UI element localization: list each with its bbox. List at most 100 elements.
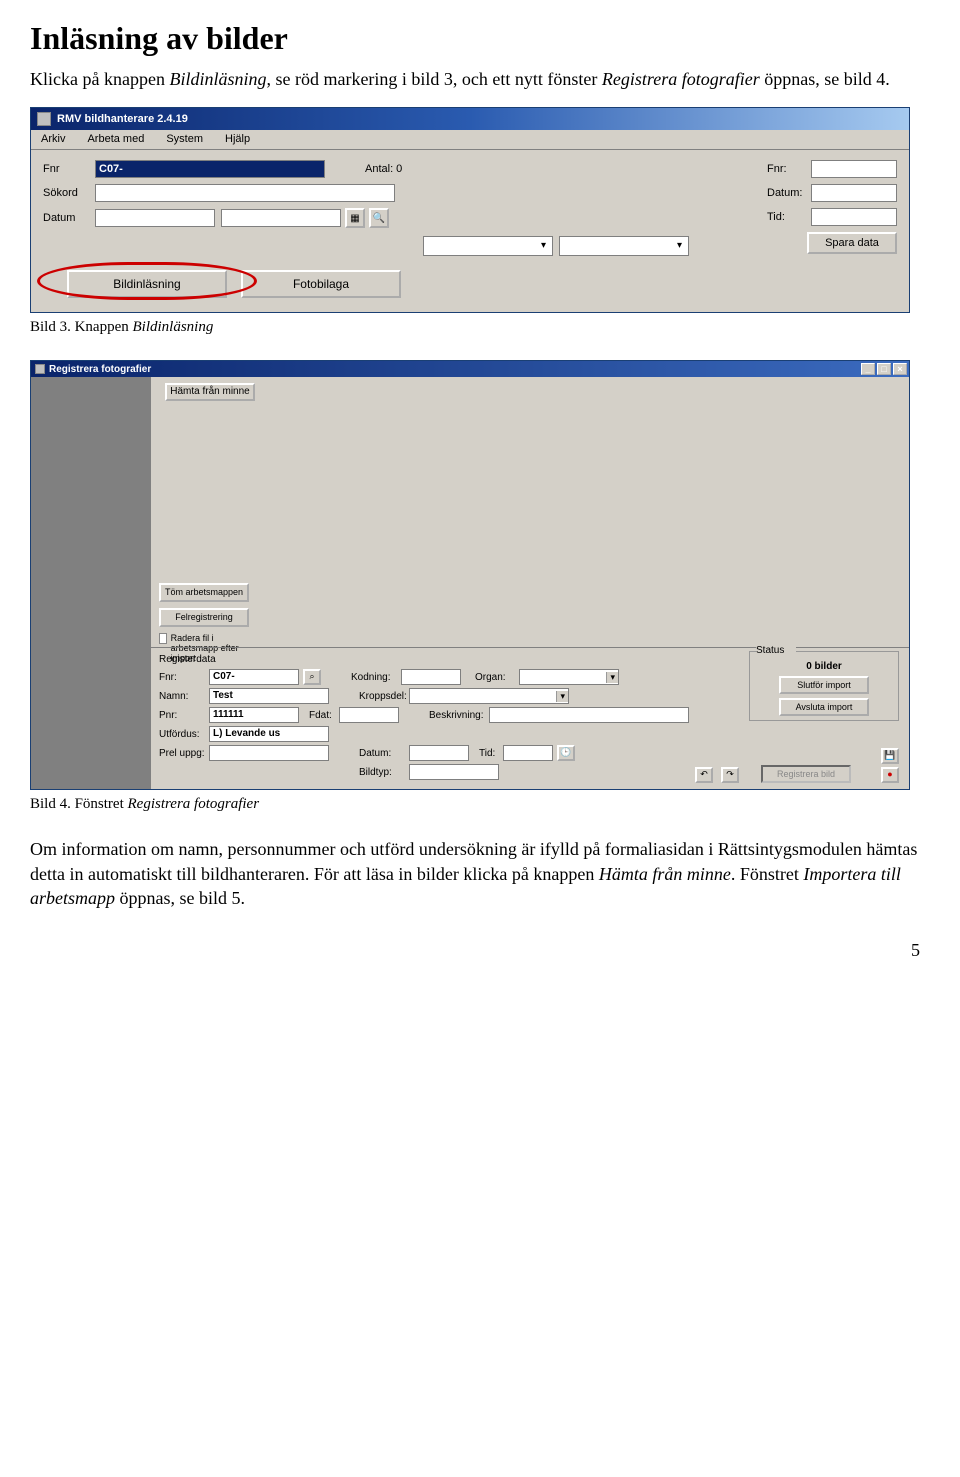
registrera-bild-button: Registrera bild <box>761 765 851 783</box>
kodning-label: Kodning: <box>351 672 401 683</box>
dropdown-2[interactable] <box>559 236 689 256</box>
search-icon[interactable]: 🔍 <box>369 208 389 228</box>
para2-b: . Fönstret <box>731 864 804 884</box>
slutfor-import-button[interactable]: Slutför import <box>779 676 869 694</box>
bildinlasning-button[interactable]: Bildinläsning <box>67 270 227 298</box>
fdat-input[interactable] <box>339 707 399 723</box>
menu-arkiv[interactable]: Arkiv <box>37 132 69 146</box>
datum2-label: Datum: <box>767 187 811 199</box>
caption-bild4: Bild 4. Fönstret Registrera fotografier <box>30 796 930 813</box>
fotobilaga-button[interactable]: Fotobilaga <box>241 270 401 298</box>
para2-c: öppnas, se bild 5. <box>115 888 245 908</box>
caption4-em: Registrera fotografier <box>128 796 260 812</box>
registrera-fotografier-window: Registrera fotografier _ □ × Hämta från … <box>30 360 910 790</box>
kodning-input[interactable] <box>401 669 461 685</box>
intro-em1: Bildinläsning <box>169 69 266 89</box>
save-icon[interactable]: 💾 <box>881 748 899 764</box>
intro-text2: , se röd markering i bild 3, och ett nyt… <box>266 69 601 89</box>
menu-arbeta-med[interactable]: Arbeta med <box>83 132 148 146</box>
datum-bf-label: Datum: <box>359 748 409 759</box>
clock-icon[interactable]: 🕒 <box>557 745 575 761</box>
close-icon[interactable]: × <box>893 363 907 375</box>
window-title: RMV bildhanterare 2.4.19 <box>57 113 188 125</box>
sokord-input[interactable] <box>95 184 395 202</box>
radera-checkbox[interactable] <box>159 633 167 644</box>
fnr-input[interactable]: C07- <box>95 160 325 178</box>
caption-bild3: Bild 3. Knappen Bildinläsning <box>30 319 930 336</box>
fdat-label: Fdat: <box>309 710 339 721</box>
bildtyp-label: Bildtyp: <box>359 767 409 778</box>
para2-em1: Hämta från minne <box>599 864 731 884</box>
sokord-label: Sökord <box>43 187 95 199</box>
titlebar2: Registrera fotografier _ □ × <box>31 361 909 377</box>
dropdown-1[interactable] <box>423 236 553 256</box>
utford-input[interactable]: L) Levande us <box>209 726 329 742</box>
form-area: Fnr C07- Antal: 0 Sökord Datum ▦ 🔍 Fnr: … <box>31 150 909 312</box>
maximize-icon[interactable]: □ <box>877 363 891 375</box>
status-label: Status <box>756 645 796 656</box>
beskrivning-label: Beskrivning: <box>429 710 489 721</box>
status-count: 0 bilder <box>756 661 892 672</box>
tom-arbetsmappen-button[interactable]: Töm arbetsmappen <box>159 583 249 602</box>
avsluta-import-button[interactable]: Avsluta import <box>779 698 869 716</box>
tid-bf-input[interactable] <box>503 745 553 761</box>
menu-system[interactable]: System <box>162 132 207 146</box>
intro-text: Klicka på knappen <box>30 69 169 89</box>
felregistrering-button[interactable]: Felregistrering <box>159 608 249 627</box>
page-number: 5 <box>30 940 930 961</box>
bf-fnr-input[interactable]: C07- <box>209 669 299 685</box>
main-panel: Hämta från minne Töm arbetsmappen Felreg… <box>151 377 909 789</box>
datum-to-input[interactable] <box>221 209 341 227</box>
pnr-input[interactable]: 111111 <box>209 707 299 723</box>
menubar: Arkiv Arbeta med System Hjälp <box>31 130 909 150</box>
fnr-lookup-icon[interactable]: ⌕ <box>303 669 321 685</box>
intro-em2: Registrera fotografier <box>602 69 760 89</box>
intro-paragraph: Klicka på knappen Bildinläsning, se röd … <box>30 67 930 91</box>
window2-title: Registrera fotografier <box>49 364 151 375</box>
register-data-form: Registerdata Status 0 bilder Slutför imp… <box>151 647 909 789</box>
right-panel: Fnr: Datum: Tid: Spara data <box>767 160 897 254</box>
datum-from-input[interactable] <box>95 209 215 227</box>
page-heading: Inläsning av bilder <box>30 20 930 57</box>
kroppsdel-dropdown[interactable] <box>409 688 569 704</box>
hamta-fran-minne-button[interactable]: Hämta från minne <box>165 383 255 401</box>
preluppg-label: Prel uppg: <box>159 748 209 759</box>
record-icon[interactable]: ● <box>881 767 899 783</box>
rmv-window: RMV bildhanterare 2.4.19 Arkiv Arbeta me… <box>30 107 910 313</box>
app2-icon <box>35 364 45 374</box>
menu-hjalp[interactable]: Hjälp <box>221 132 254 146</box>
pnr-label: Pnr: <box>159 710 209 721</box>
undo-icon[interactable]: ↶ <box>695 767 713 783</box>
caption3-text: Bild 3. Knappen <box>30 319 133 335</box>
thumbnail-sidebar <box>31 377 151 789</box>
organ-label: Organ: <box>475 672 519 683</box>
kroppsdel-label: Kroppsdel: <box>359 691 409 702</box>
intro-text3: öppnas, se bild 4. <box>760 69 890 89</box>
closing-paragraph: Om information om namn, personnummer och… <box>30 837 930 910</box>
organ-dropdown[interactable] <box>519 669 619 685</box>
datum2-input[interactable] <box>811 184 897 202</box>
beskrivning-input[interactable] <box>489 707 689 723</box>
utford-label: Utfördus: <box>159 729 209 740</box>
fnr2-input[interactable] <box>811 160 897 178</box>
titlebar: RMV bildhanterare 2.4.19 <box>31 108 909 130</box>
datum-label: Datum <box>43 212 95 224</box>
fnr2-label: Fnr: <box>767 163 811 175</box>
antal-label: Antal: 0 <box>365 163 402 175</box>
app-icon <box>37 112 51 126</box>
namn-label: Namn: <box>159 691 209 702</box>
tid-bf-label: Tid: <box>479 748 503 759</box>
redo-icon[interactable]: ↷ <box>721 767 739 783</box>
bildtyp-input[interactable] <box>409 764 499 780</box>
spara-data-button[interactable]: Spara data <box>807 232 897 254</box>
calendar-icon[interactable]: ▦ <box>345 208 365 228</box>
preluppg-input[interactable] <box>209 745 329 761</box>
caption3-em: Bildinläsning <box>133 319 214 335</box>
tid-input[interactable] <box>811 208 897 226</box>
namn-input[interactable]: Test <box>209 688 329 704</box>
bf-fnr-label: Fnr: <box>159 672 209 683</box>
datum-bf-input[interactable] <box>409 745 469 761</box>
tid-label: Tid: <box>767 211 811 223</box>
status-group: Status 0 bilder Slutför import Avsluta i… <box>749 651 899 721</box>
minimize-icon[interactable]: _ <box>861 363 875 375</box>
